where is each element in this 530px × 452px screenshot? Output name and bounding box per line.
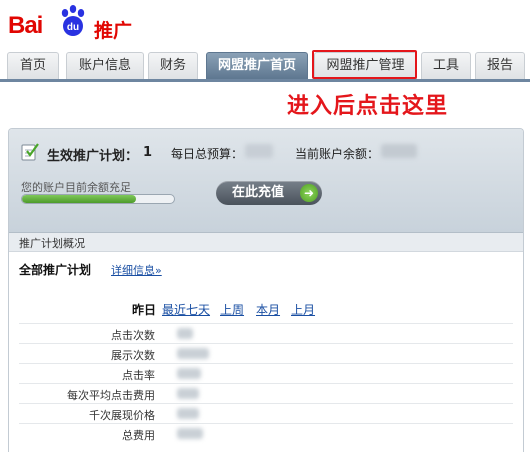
active-plans-count: 1: [143, 145, 153, 160]
row-label-clicks: 点击次数: [111, 329, 155, 342]
overview-panel: 生效推广计划： 1 每日总预算： 当前账户余额： 您的账户目前余额充足 在此充值…: [8, 128, 524, 452]
all-plans-title: 全部推广计划: [19, 263, 92, 277]
logo-suffix: 推广: [94, 20, 133, 42]
period-last-month-link[interactable]: 上月: [291, 301, 315, 318]
balance-status-message: 您的账户目前余额充足: [21, 181, 131, 194]
account-balance-label: 当前账户余额：: [295, 147, 380, 161]
row-value-redacted: [177, 428, 203, 439]
section-header: 推广计划概况: [9, 233, 523, 252]
logo-text: Bai: [8, 12, 43, 39]
row-value-redacted: [177, 388, 199, 399]
period-last-7-days-link[interactable]: 最近七天: [162, 301, 210, 318]
table-row: 点击率: [19, 363, 513, 383]
row-value-redacted: [177, 328, 193, 339]
table-row: 展示次数: [19, 343, 513, 363]
tab-tools[interactable]: 工具: [421, 52, 471, 79]
table-row: 每次平均点击费用: [19, 383, 513, 403]
highlight-box: [312, 50, 417, 79]
table-row: 点击次数: [19, 323, 513, 343]
balance-progress-bar: [21, 194, 175, 204]
account-summary: 生效推广计划： 1 每日总预算： 当前账户余额： 您的账户目前余额充足 在此充值…: [9, 129, 523, 233]
period-this-month-link[interactable]: 本月: [256, 301, 280, 318]
period-last-week-link[interactable]: 上周: [220, 301, 244, 318]
row-value-redacted: [177, 408, 199, 419]
row-label-impressions: 展示次数: [111, 349, 155, 362]
tab-home[interactable]: 首页: [7, 52, 59, 79]
recharge-label: 在此充值: [232, 185, 285, 200]
daily-budget-label: 每日总预算：: [171, 147, 244, 161]
nav-divider: [0, 79, 530, 82]
active-plans-label: 生效推广计划：: [47, 149, 139, 164]
tab-reports[interactable]: 报告: [475, 52, 525, 79]
checklist-icon: [21, 143, 39, 161]
table-row: 千次展现价格: [19, 403, 513, 423]
period-yesterday: 昨日: [132, 303, 157, 317]
row-label-cpm: 千次展现价格: [89, 409, 155, 422]
baidu-tuiguang-logo: Bai du 推广: [8, 4, 168, 42]
tab-finance[interactable]: 财务: [148, 52, 198, 79]
baidu-paw-icon: du: [61, 5, 85, 36]
section-title: 推广计划概况: [19, 237, 85, 250]
main-nav: 首页 账户信息 财务 网盟推广首页 网盟推广管理 工具 报告: [0, 52, 530, 80]
account-balance-value-redacted: [381, 144, 417, 158]
tab-network-promo-home[interactable]: 网盟推广首页: [206, 52, 308, 79]
row-label-ctr: 点击率: [122, 369, 155, 382]
annotation-text: 进入后点击这里: [287, 94, 449, 119]
stats-table-header: 昨日 最近七天 上周 本月 上月: [19, 293, 513, 317]
recharge-button[interactable]: 在此充值 ➜: [216, 181, 322, 205]
daily-budget-value-redacted: [245, 144, 273, 158]
details-link[interactable]: 详细信息»: [111, 262, 162, 278]
balance-progress-fill: [22, 195, 136, 203]
row-value-redacted: [177, 348, 209, 359]
arrow-right-icon: ➜: [300, 184, 318, 202]
row-label-total-cost: 总费用: [122, 429, 155, 442]
table-row: 总费用: [19, 423, 513, 443]
row-label-avg-cpc: 每次平均点击费用: [67, 389, 155, 402]
row-value-redacted: [177, 368, 201, 379]
tab-account-info[interactable]: 账户信息: [66, 52, 144, 79]
logo-paw-text: du: [67, 22, 79, 33]
